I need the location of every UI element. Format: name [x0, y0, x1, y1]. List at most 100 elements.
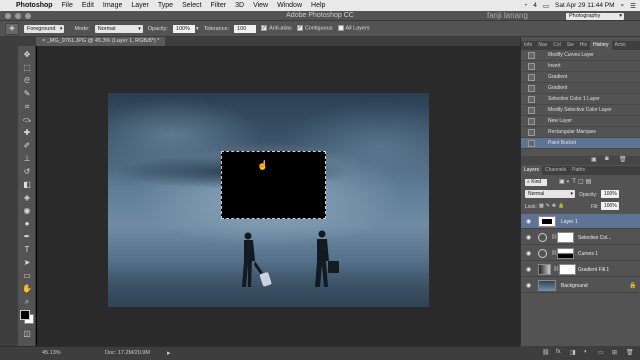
paint-bucket-tool-icon[interactable]: ◈: [21, 193, 33, 203]
blur-tool-icon[interactable]: ◉: [21, 206, 33, 216]
app-menu[interactable]: Photoshop: [16, 2, 53, 9]
layer-row[interactable]: ◉ ⛓ Selective Col...: [521, 230, 640, 245]
tab-actions[interactable]: Actio: [612, 41, 629, 50]
layer-kind-filter[interactable]: ⌕ Kind: [525, 179, 548, 186]
visibility-eye-icon[interactable]: ◉: [526, 266, 531, 273]
quick-mask-icon[interactable]: ◫: [21, 329, 33, 339]
layer-name[interactable]: Layer 1: [561, 219, 578, 225]
menu-image[interactable]: Image: [103, 2, 122, 9]
all-layers-checkbox-icon[interactable]: [337, 25, 344, 32]
history-item[interactable]: New Layer: [521, 116, 640, 127]
brush-tool-icon[interactable]: ✐: [21, 141, 33, 151]
layer-row[interactable]: ◉ ⛓ Gradient Fill 1: [521, 262, 640, 277]
blend-mode-dropdown[interactable]: Normal: [525, 190, 575, 198]
search-icon[interactable]: ⌕: [621, 2, 625, 10]
mode-dropdown[interactable]: Normal: [94, 24, 143, 33]
quick-select-tool-icon[interactable]: ✎: [21, 89, 33, 99]
zoom-level[interactable]: 45.13%: [42, 350, 61, 356]
foreground-color-swatch[interactable]: [20, 310, 30, 320]
type-tool-icon[interactable]: T: [21, 245, 33, 255]
layer-name[interactable]: Curves 1: [578, 251, 598, 257]
add-mask-icon[interactable]: ◨: [570, 349, 576, 356]
menu-3d[interactable]: 3D: [235, 2, 244, 9]
history-item[interactable]: Rectangular Marquee: [521, 127, 640, 138]
new-layer-icon[interactable]: ⊞: [612, 349, 617, 356]
contiguous-checkbox-icon[interactable]: ✓: [296, 25, 303, 32]
dodge-tool-icon[interactable]: ●: [21, 219, 33, 229]
history-item[interactable]: Modify Curves Layer: [521, 50, 640, 61]
marquee-tool-icon[interactable]: ⬚: [21, 63, 33, 73]
visibility-eye-icon[interactable]: ◉: [526, 234, 531, 241]
tab-paths[interactable]: Paths: [569, 166, 588, 175]
history-item-selected[interactable]: Paint Bucket: [521, 138, 640, 149]
zoom-tool-icon[interactable]: ⌕: [21, 297, 33, 307]
path-selection-tool-icon[interactable]: ➤: [21, 258, 33, 268]
paint-bucket-preset-icon[interactable]: ◈: [5, 22, 19, 35]
new-group-icon[interactable]: ▭: [598, 349, 604, 356]
filled-selection-rectangle[interactable]: [221, 151, 326, 219]
fill-source-dropdown[interactable]: Foreground: [24, 24, 65, 33]
lock-icon[interactable]: 🔒: [629, 282, 636, 289]
fill-field[interactable]: 100%: [601, 202, 619, 210]
anti-alias-checkbox-icon[interactable]: ✓: [261, 25, 268, 32]
tab-color[interactable]: Col: [550, 41, 564, 50]
new-document-from-state-icon[interactable]: ▣: [591, 156, 597, 163]
lasso-tool-icon[interactable]: ᘓ: [21, 76, 33, 86]
layer-row[interactable]: ◉ Layer 1: [521, 214, 640, 229]
menu-file[interactable]: File: [62, 2, 73, 9]
history-brush-tool-icon[interactable]: ↺: [21, 167, 33, 177]
crop-tool-icon[interactable]: ⌗: [21, 102, 33, 112]
notification-icon[interactable]: ☰: [630, 2, 636, 10]
history-item[interactable]: Selective Color 1 Layer: [521, 94, 640, 105]
visibility-eye-icon[interactable]: ◉: [526, 218, 531, 225]
pen-tool-icon[interactable]: ✒: [21, 232, 33, 242]
wifi-icon[interactable]: ◔: [523, 2, 527, 9]
visibility-eye-icon[interactable]: ◉: [526, 250, 531, 257]
delete-state-icon[interactable]: 🗑: [619, 156, 627, 163]
tab-layers[interactable]: Layers: [521, 166, 543, 175]
document-tab[interactable]: × _MG_9761.JPG @ 45.3% (Layer 1, RGB/8*)…: [36, 37, 166, 46]
eyedropper-tool-icon[interactable]: ⤼: [21, 115, 33, 125]
tab-info[interactable]: Info: [521, 41, 535, 50]
menu-select[interactable]: Select: [182, 2, 201, 9]
layer-mask-thumbnail[interactable]: [557, 232, 574, 243]
tab-swatches[interactable]: Sw: [564, 41, 577, 50]
move-tool-icon[interactable]: ✥: [21, 50, 33, 60]
layer-name[interactable]: Selective Col...: [578, 235, 611, 241]
layer-mask-thumbnail[interactable]: [557, 248, 574, 259]
link-layers-icon[interactable]: ⛓: [542, 349, 550, 356]
menu-layer[interactable]: Layer: [131, 2, 149, 9]
layer-row[interactable]: ◉ ⛓ Curves 1: [521, 246, 640, 261]
new-snapshot-icon[interactable]: ◙: [605, 156, 609, 162]
history-item[interactable]: Invert: [521, 61, 640, 72]
visibility-eye-icon[interactable]: ◉: [526, 282, 531, 289]
layer-filter-icons[interactable]: ▣◐T▢▤: [559, 178, 593, 185]
layer-name[interactable]: Background: [561, 283, 588, 289]
layer-opacity-field[interactable]: 100%: [601, 190, 619, 198]
clock[interactable]: Sat Apr 29 11:44 PM: [555, 2, 615, 9]
rectangle-tool-icon[interactable]: ▭: [21, 271, 33, 281]
history-item[interactable]: Gradient: [521, 72, 640, 83]
menu-edit[interactable]: Edit: [82, 2, 94, 9]
layer-mask-thumbnail[interactable]: [559, 264, 576, 275]
tab-channels[interactable]: Channels: [542, 166, 569, 175]
workspace-dropdown[interactable]: Photography: [566, 13, 624, 20]
eraser-tool-icon[interactable]: ◧: [21, 180, 33, 190]
anti-alias-option[interactable]: ✓ Anti-alias: [261, 25, 292, 32]
clone-stamp-tool-icon[interactable]: ⊥: [21, 154, 33, 164]
tab-his[interactable]: His: [577, 41, 590, 50]
all-layers-option[interactable]: All Layers: [337, 25, 370, 32]
history-item[interactable]: Modify Selective Color Layer: [521, 105, 640, 116]
hand-tool-icon[interactable]: ✋: [21, 284, 33, 294]
menu-view[interactable]: View: [253, 2, 268, 9]
contiguous-option[interactable]: ✓ Contiguous: [296, 25, 333, 32]
tolerance-field[interactable]: 100: [234, 24, 257, 33]
history-item[interactable]: Gradient: [521, 83, 640, 94]
delete-layer-icon[interactable]: 🗑: [626, 349, 634, 356]
battery-icon[interactable]: ▭: [543, 2, 549, 10]
lock-icons[interactable]: ▩✎✥🔒: [539, 203, 566, 209]
battery-count[interactable]: 4: [533, 2, 537, 9]
tab-history[interactable]: History: [589, 41, 612, 50]
menu-help[interactable]: Help: [311, 2, 325, 9]
menu-type[interactable]: Type: [158, 2, 173, 9]
